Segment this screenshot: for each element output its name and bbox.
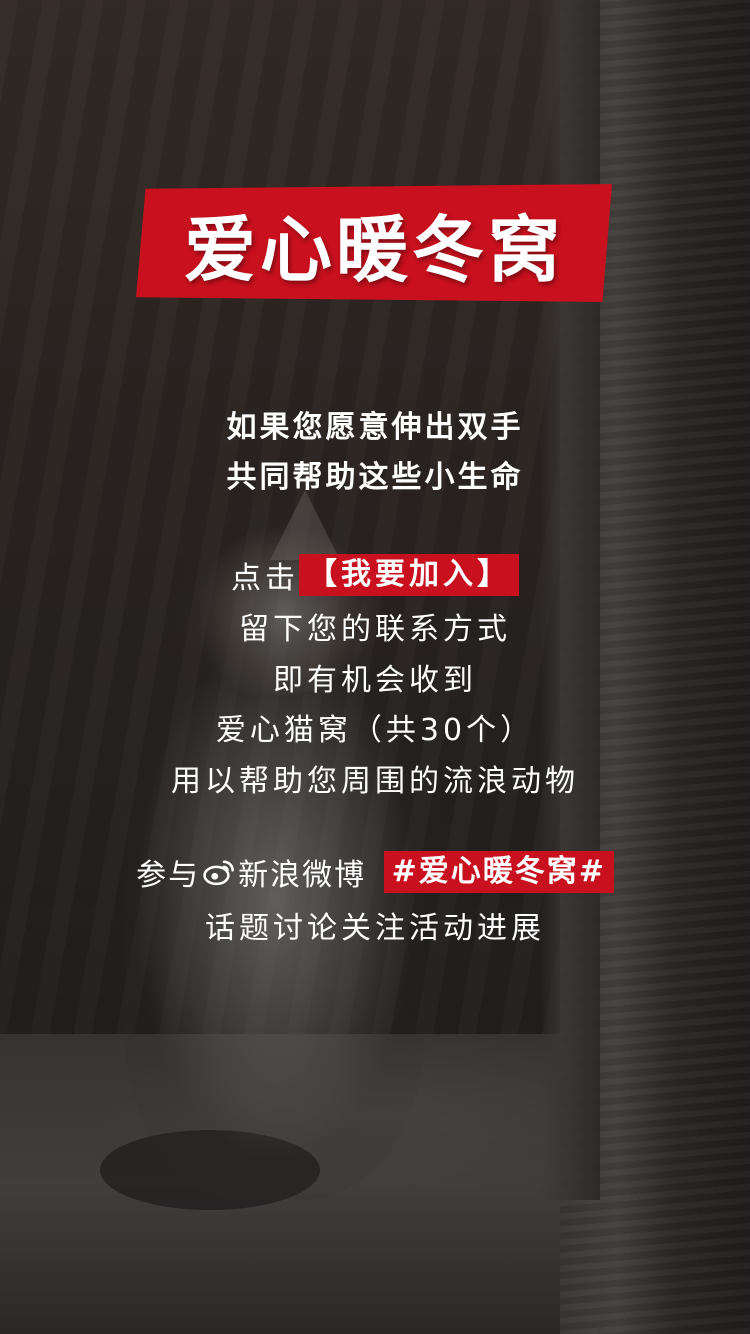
join-line: 点击 【我要加入】	[0, 553, 750, 597]
page-title: 爱心暖冬窝	[183, 207, 564, 292]
weibo-line: 参与 新浪微博 #爱心暖冬窝#	[0, 850, 750, 894]
title-banner: 爱心暖冬窝	[136, 184, 612, 302]
body-line-1: 留下您的联系方式	[239, 612, 511, 647]
body-line-2: 即有机会收到	[273, 663, 477, 698]
weibo-icon	[203, 860, 234, 886]
weibo-suffix: 话题讨论关注活动进展	[205, 911, 545, 946]
body-line-4: 用以帮助您周围的流浪动物	[171, 764, 579, 799]
intro-line-2: 共同帮助这些小生命	[226, 460, 524, 495]
hashtag-link[interactable]: #爱心暖冬窝#	[383, 851, 614, 893]
weibo-platform: 新浪微博	[238, 858, 367, 893]
join-button[interactable]: 【我要加入】	[299, 554, 519, 596]
weibo-prefix: 参与	[136, 858, 201, 893]
join-prefix: 点击	[231, 561, 299, 596]
body-line-3: 爱心猫窝（共30个）	[215, 713, 535, 748]
intro-line-1: 如果您愿意伸出双手	[226, 410, 524, 445]
